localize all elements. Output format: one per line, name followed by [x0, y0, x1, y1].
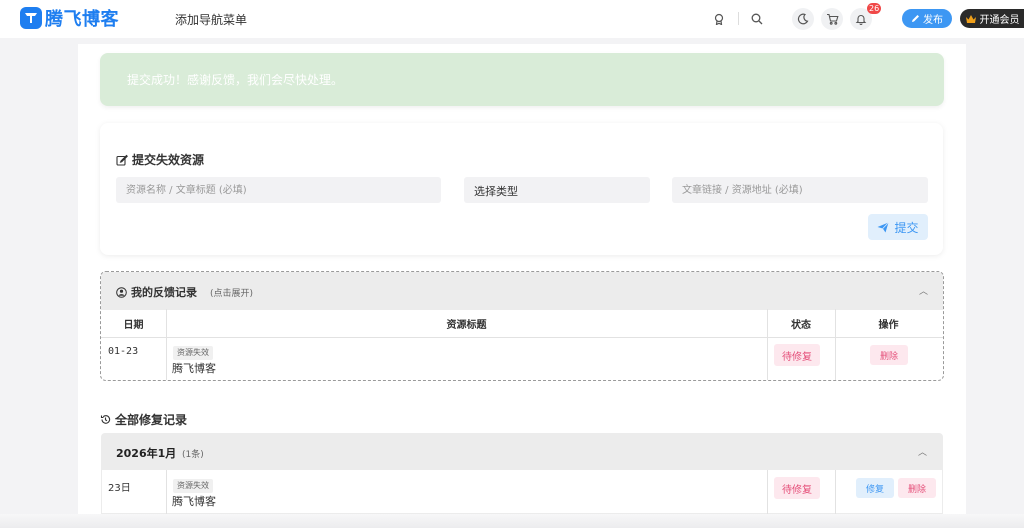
vip-label: 开通会员 [979, 15, 1020, 26]
resource-name-input[interactable] [116, 177, 441, 203]
resource-link-input[interactable] [672, 177, 928, 203]
moon-icon[interactable] [792, 8, 814, 30]
user-circle-icon [116, 286, 127, 298]
edit-icon [116, 154, 128, 166]
fix-button[interactable]: 修复 [856, 478, 894, 498]
alert-message: 提交成功！感谢反馈，我们会尽快处理。 [127, 73, 344, 87]
submit-button[interactable]: 提交 [868, 214, 928, 240]
status-badge: 待修复 [774, 344, 820, 366]
search-icon[interactable] [746, 8, 768, 30]
header-divider [738, 12, 739, 25]
month-count: (1条) [182, 450, 204, 460]
cart-icon[interactable] [821, 8, 843, 30]
crown-icon [965, 14, 976, 23]
history-row-date: 23日 [108, 483, 131, 494]
form-title-text: 提交失效资源 [132, 153, 205, 167]
history-icon [100, 415, 111, 424]
pencil-icon [912, 15, 919, 22]
history-row-title[interactable]: 腾飞博客 [172, 493, 216, 509]
vip-button[interactable]: 开通会员 [960, 9, 1024, 28]
column-header-date: 日期 [123, 320, 144, 331]
nav-menu-link[interactable]: 添加导航菜单 [175, 11, 247, 28]
publish-button[interactable]: 发布 [902, 9, 952, 28]
delete-button[interactable]: 删除 [870, 345, 908, 365]
feedback-title-text: 我的反馈记录 [131, 286, 197, 299]
history-title-text: 全部修复记录 [115, 413, 188, 427]
success-alert: 提交成功！感谢反馈，我们会尽快处理。 [100, 53, 944, 106]
site-logo[interactable]: 腾飞博客 [20, 6, 119, 30]
logo-text: 腾飞博客 [45, 9, 119, 30]
logo-icon [20, 7, 42, 29]
month-group-header[interactable]: 2026年1月 (1条) ︿ [101, 433, 943, 470]
chevron-up-icon[interactable]: ︿ [919, 284, 928, 297]
award-icon[interactable] [708, 8, 730, 30]
delete-button[interactable]: 删除 [898, 478, 936, 498]
submit-label: 提交 [894, 220, 919, 235]
column-divider [767, 470, 768, 514]
history-row-tag: 资源失效 [173, 479, 213, 493]
feedback-title: 我的反馈记录 [116, 284, 197, 300]
publish-label: 发布 [923, 15, 943, 26]
chevron-up-icon[interactable]: ︿ [918, 445, 927, 458]
notification-badge: 26 [867, 3, 882, 14]
feedback-subtitle: (点击展开) [210, 289, 254, 299]
feedback-row-title[interactable]: 腾飞博客 [172, 360, 216, 376]
bottom-edge [0, 514, 1024, 528]
feedback-row-tag: 资源失效 [173, 346, 213, 360]
column-header-action: 操作 [878, 320, 899, 331]
status-badge: 待修复 [774, 477, 820, 499]
column-header-status: 状态 [791, 320, 811, 331]
send-icon [877, 221, 890, 232]
column-divider [835, 470, 836, 514]
form-title: 提交失效资源 [116, 151, 204, 168]
history-title: 全部修复记录 [100, 411, 187, 428]
column-divider [166, 470, 167, 514]
column-header-title: 资源标题 [446, 320, 487, 331]
type-select[interactable]: 选择类型 [464, 177, 650, 203]
month-label: 2026年1月 [116, 447, 177, 460]
feedback-panel-header[interactable]: 我的反馈记录 (点击展开) ︿ [101, 272, 943, 310]
feedback-row-date: 01-23 [108, 346, 139, 357]
